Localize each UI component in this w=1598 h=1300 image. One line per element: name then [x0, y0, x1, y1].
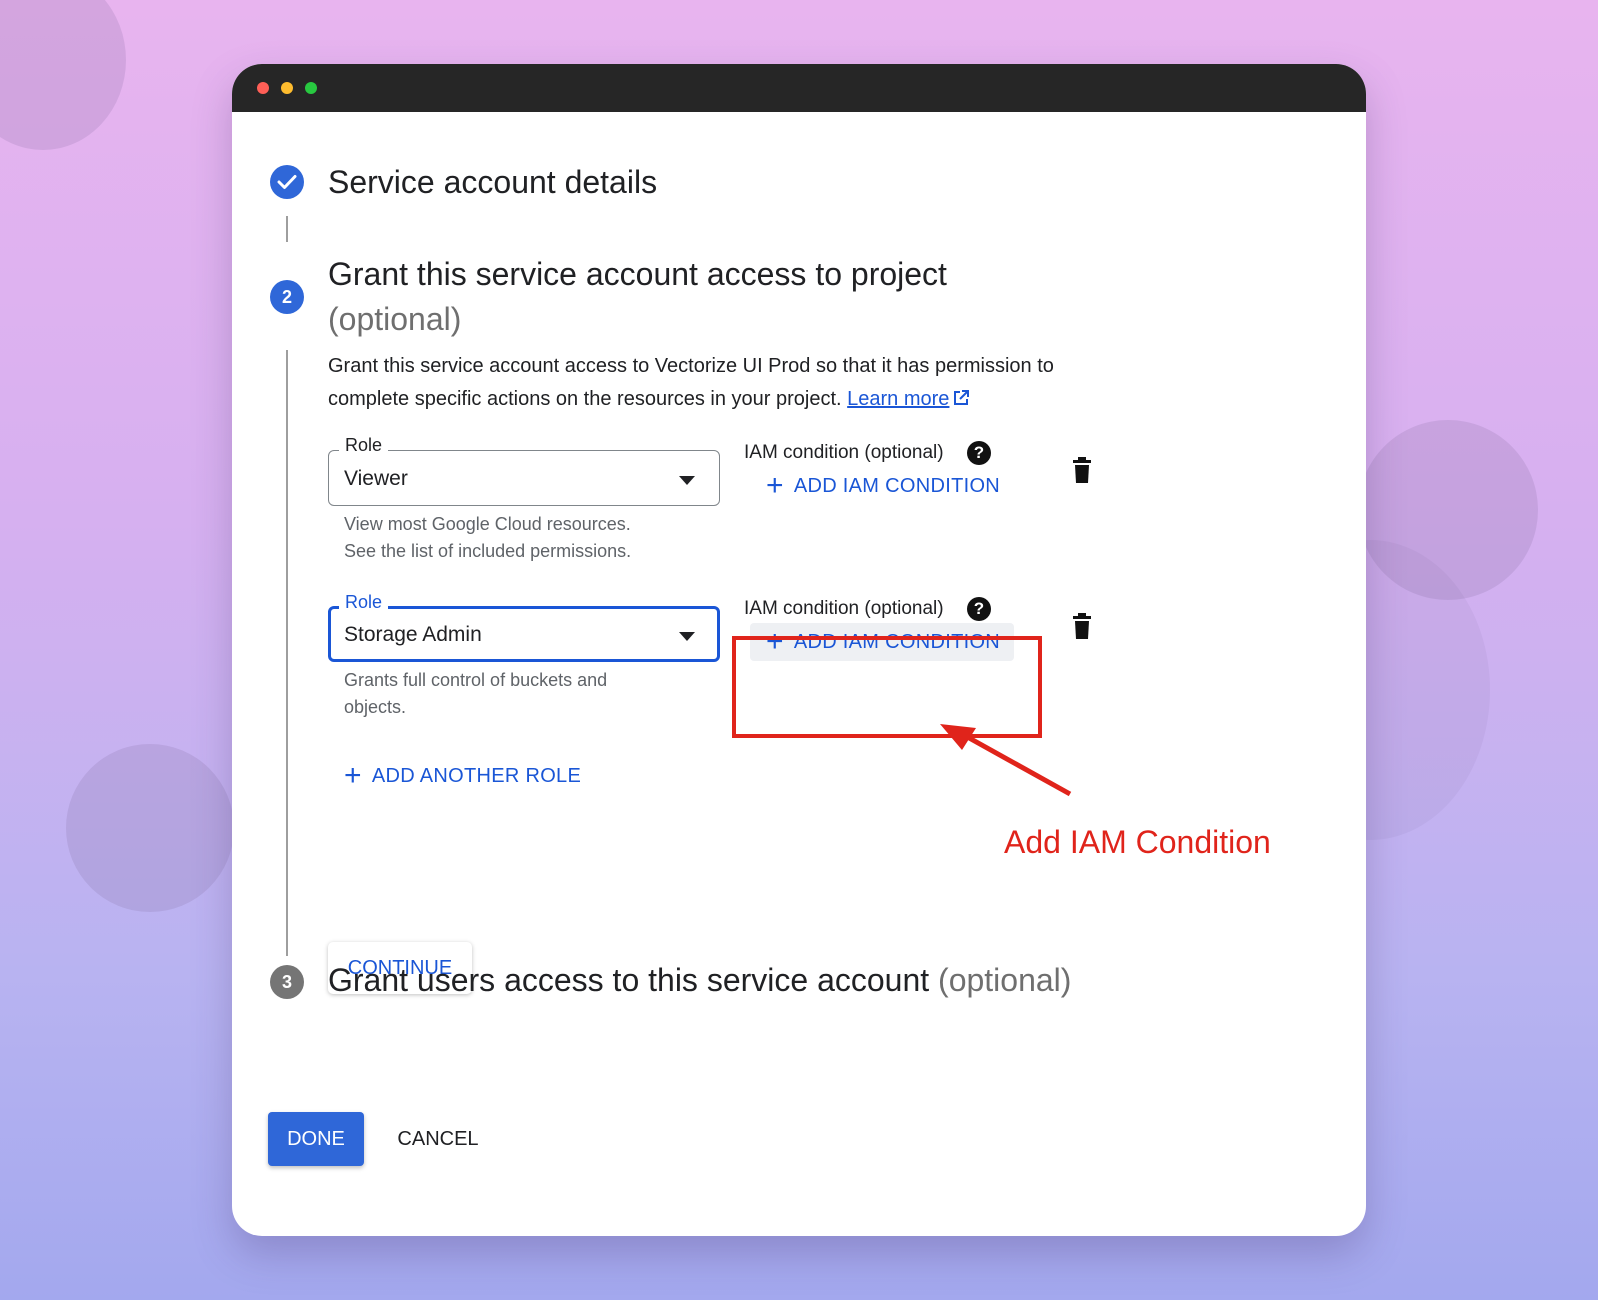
background-bubble	[66, 744, 234, 912]
step-3-optional: (optional)	[938, 962, 1072, 998]
chevron-down-icon	[679, 476, 695, 485]
add-another-role-label: ADD ANOTHER ROLE	[371, 764, 582, 787]
trash-icon[interactable]	[1072, 613, 1092, 639]
external-link-icon	[954, 390, 970, 405]
done-button[interactable]: DONE	[268, 1112, 364, 1166]
chevron-down-icon	[679, 632, 695, 641]
step-3-number: 3	[270, 965, 304, 999]
background-bubble	[0, 0, 126, 150]
role-helper-line: See the list of included permissions.	[344, 541, 632, 561]
add-iam-condition-label: ADD IAM CONDITION	[793, 474, 1001, 497]
cancel-button[interactable]: CANCEL	[388, 1112, 488, 1166]
create-service-account-stepper: Service account details 2 Grant this ser…	[232, 112, 1366, 1236]
role-helper-line: View most Google Cloud resources.	[344, 514, 631, 534]
step-1-title[interactable]: Service account details	[328, 164, 657, 201]
trash-icon[interactable]	[1072, 457, 1092, 483]
iam-condition-label: IAM condition (optional)	[744, 598, 944, 619]
annotation-arrow	[940, 724, 1072, 797]
role-helper-text: View most Google Cloud resources. See th…	[344, 511, 631, 565]
plus-icon: +	[344, 759, 362, 792]
annotation-label: Add IAM Condition	[1004, 824, 1271, 860]
window-titlebar	[232, 64, 1366, 112]
browser-window: Service account details 2 Grant this ser…	[232, 64, 1366, 1236]
iam-condition-label: IAM condition (optional)	[744, 442, 944, 463]
step-3-title[interactable]: Grant users access to this service accou…	[328, 962, 1071, 999]
grant-description: Grant this service account access to Vec…	[328, 350, 1128, 416]
add-another-role-button[interactable]: + ADD ANOTHER ROLE	[344, 757, 581, 795]
close-window-button[interactable]	[257, 82, 269, 94]
role-select-storage-admin[interactable]: Role Storage Admin	[328, 592, 720, 662]
step-2-title: Grant this service account access to pro…	[328, 252, 1088, 342]
step-2-optional: (optional)	[328, 301, 462, 337]
step-3-title-text: Grant users access to this service accou…	[328, 962, 930, 998]
role-helper-line: Grants full control of buckets and	[344, 670, 608, 690]
stepper-connector	[286, 350, 288, 956]
role-value: Storage Admin	[344, 623, 482, 646]
role-legend: Role	[339, 592, 389, 613]
help-icon[interactable]: ?	[967, 441, 991, 465]
minimize-window-button[interactable]	[281, 82, 293, 94]
role-value: Viewer	[344, 467, 408, 490]
role-legend: Role	[339, 435, 389, 456]
learn-more-label: Learn more	[847, 388, 950, 410]
stepper-connector	[286, 216, 288, 242]
add-iam-condition-button[interactable]: + ADD IAM CONDITION	[758, 467, 1008, 505]
role-helper-line: objects.	[344, 697, 407, 717]
role-select-viewer[interactable]: Role Viewer	[328, 435, 720, 506]
learn-more-link[interactable]: Learn more	[847, 388, 970, 410]
plus-icon: +	[766, 469, 784, 502]
help-icon[interactable]: ?	[967, 597, 991, 621]
role-helper-text: Grants full control of buckets and objec…	[344, 667, 607, 721]
step-2-title-text: Grant this service account access to pro…	[328, 256, 947, 292]
check-circle-icon	[270, 165, 304, 199]
zoom-window-button[interactable]	[305, 82, 317, 94]
step-2-number: 2	[270, 280, 304, 314]
